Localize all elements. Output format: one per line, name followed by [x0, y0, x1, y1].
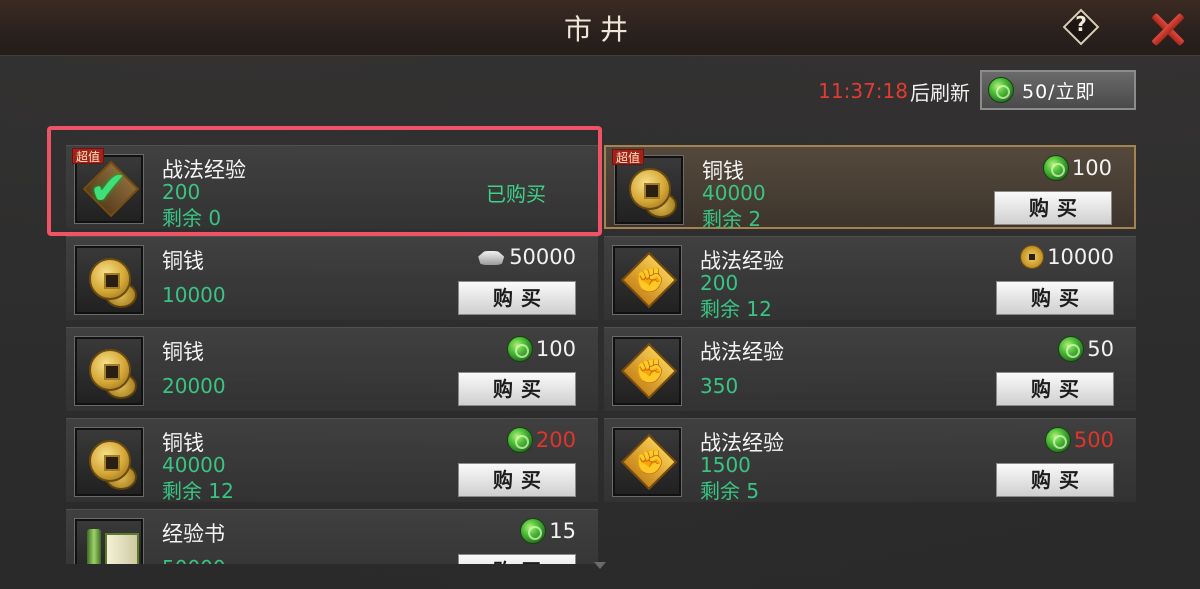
title-bar: 市井 ? — [0, 0, 1200, 56]
item-icon-frame — [74, 245, 144, 315]
item-name: 经验书 — [162, 522, 225, 546]
item-icon-frame — [74, 427, 144, 497]
copper-icon — [1020, 245, 1045, 269]
buy-button[interactable]: 购买 — [458, 554, 576, 564]
jade-icon — [506, 427, 533, 453]
close-button[interactable] — [1146, 8, 1188, 50]
item-quantity: 200 — [700, 271, 739, 295]
item-icon-frame — [74, 336, 144, 406]
help-icon: ? — [1075, 12, 1087, 36]
buy-button[interactable]: 购买 — [996, 463, 1114, 497]
item-price: 100 — [1042, 155, 1112, 181]
shop-item-card[interactable]: 铜钱 20000 100 购买 — [66, 327, 598, 411]
item-quantity: 350 — [700, 374, 739, 398]
item-remaining: 剩余 12 — [162, 479, 234, 503]
copper-coin-icon — [629, 168, 671, 210]
item-quantity: 200 — [162, 180, 201, 204]
buy-button[interactable]: 购买 — [458, 281, 576, 315]
item-quantity: 40000 — [702, 181, 766, 205]
value-badge: 超值 — [72, 148, 105, 164]
item-price: 10000 — [1020, 245, 1114, 269]
item-remaining: 剩余 2 — [702, 207, 762, 231]
item-remaining: 剩余 0 — [162, 206, 222, 230]
buy-button[interactable]: 购买 — [996, 281, 1114, 315]
jade-icon — [506, 336, 533, 362]
buy-button[interactable]: 购买 — [996, 372, 1114, 406]
shop-item-card[interactable]: 铜钱 10000 50000 购买 — [66, 236, 598, 320]
shop-item-card[interactable]: ✊ 战法经验 200 剩余 12 10000 购买 — [604, 236, 1136, 321]
buy-button[interactable]: 购买 — [994, 191, 1112, 225]
jade-icon — [1042, 155, 1069, 181]
item-price: 500 — [1044, 427, 1114, 453]
item-name: 战法经验 — [700, 340, 784, 364]
item-icon-frame: ✊ — [612, 245, 682, 315]
shop-item-card[interactable]: 超值 铜钱 40000 剩余 2 100 购买 — [604, 145, 1136, 231]
experience-scroll-icon — [87, 529, 101, 564]
silver-icon — [476, 247, 506, 267]
item-price: 50000 — [476, 245, 576, 269]
item-name: 铜钱 — [162, 340, 204, 364]
shop-item-card[interactable]: ✊ 战法经验 350 50 购买 — [604, 327, 1136, 411]
item-quantity: 10000 — [162, 283, 226, 307]
item-quantity: 50000 — [162, 556, 226, 564]
item-remaining: 剩余 5 — [700, 479, 760, 503]
help-button[interactable]: ? — [1062, 8, 1100, 46]
item-quantity: 1500 — [700, 453, 751, 477]
shop-item-card[interactable]: ✊ 战法经验 1500 剩余 5 500 购买 — [604, 418, 1136, 503]
shop-item-card[interactable]: 铜钱 40000 剩余 12 200 购买 — [66, 418, 598, 503]
copper-coin-icon — [89, 349, 131, 391]
jade-icon — [1044, 427, 1071, 453]
buy-button[interactable]: 购买 — [458, 463, 576, 497]
jade-icon — [1058, 336, 1085, 362]
buy-button[interactable]: 购买 — [458, 372, 576, 406]
item-price: 100 — [506, 336, 576, 362]
item-name: 铜钱 — [162, 249, 204, 273]
item-icon-frame: ✊ — [612, 427, 682, 497]
item-icon-frame: ✊ — [612, 336, 682, 406]
value-badge: 超值 — [612, 149, 645, 165]
item-list[interactable]: ✔ 超值 战法经验 200 剩余 0 已购买 铜钱 10000 50000 购买… — [0, 56, 1200, 564]
item-price: 200 — [506, 427, 576, 453]
purchased-status: 已购买 — [486, 182, 546, 206]
page-title: 市井 — [563, 13, 636, 46]
checkmark-icon: ✔ — [89, 161, 128, 215]
copper-coin-icon — [89, 440, 131, 482]
item-icon-frame — [74, 518, 144, 564]
copper-coin-icon — [89, 258, 131, 300]
item-quantity: 20000 — [162, 374, 226, 398]
shop-item-card[interactable]: ✔ 超值 战法经验 200 剩余 0 已购买 — [66, 145, 598, 230]
item-price: 50 — [1058, 336, 1114, 362]
item-price: 15 — [520, 518, 576, 544]
scroll-down-indicator[interactable] — [594, 562, 606, 569]
item-remaining: 剩余 12 — [700, 297, 772, 321]
jade-icon — [520, 518, 547, 544]
shop-item-card[interactable]: 经验书 50000 15 购买 — [66, 509, 598, 564]
item-quantity: 40000 — [162, 453, 226, 477]
